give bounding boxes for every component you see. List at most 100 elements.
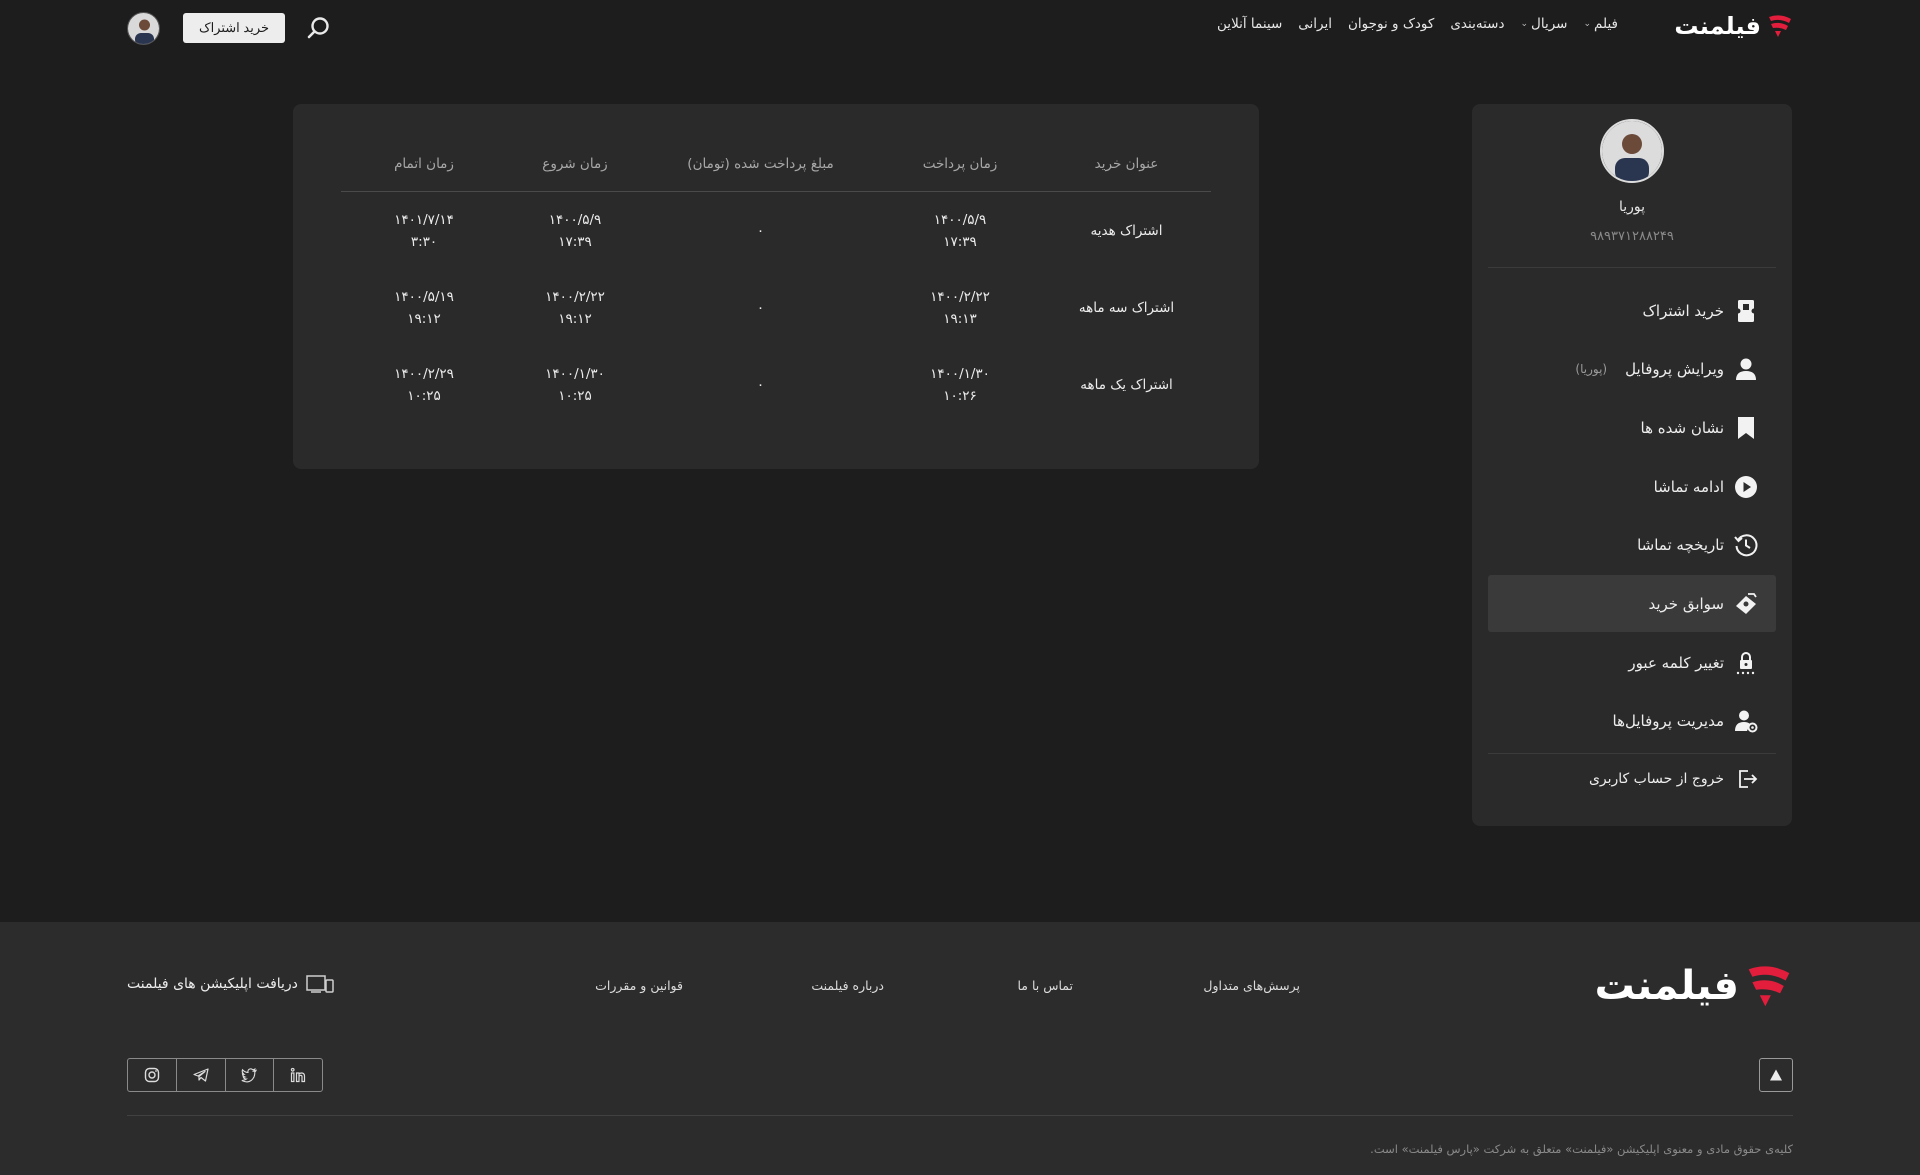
profile-avatar [1600,119,1664,183]
end-time: ۱۰:۲۵ [407,387,441,404]
nav-categories-label: دسته‌بندی [1450,16,1505,32]
nav-iranian-label: ایرانی [1298,16,1333,32]
logo-wordmark: فیلمنت [1594,963,1740,1009]
table-header: عنوان خرید زمان پرداخت مبلغ پرداخت شده (… [341,136,1211,192]
arrow-up-icon [1770,1069,1782,1081]
twitter-link[interactable] [224,1059,274,1091]
divider [127,1115,1793,1116]
footer-logo[interactable]: فیلمنت [1595,962,1793,1010]
end-time: ۳:۳۰ [410,233,438,250]
copyright-text: کلیه‌ی حقوق مادی و معنوی اپلیکیشن «فیلمن… [1370,1142,1793,1156]
footer-link-contact[interactable]: تماس با ما [1017,978,1073,993]
get-apps-link[interactable]: دریافت اپلیکیشن های فیلمنت [127,974,334,994]
start-time: ۱۹:۱۲ [558,310,592,327]
paid-amount: ۰ [756,222,765,239]
linkedin-icon [290,1067,306,1083]
linkedin-link[interactable] [273,1059,322,1091]
menu-watch-history[interactable]: تاریخچه تماشا [1488,517,1776,574]
start-date: ۱۴۰۰/۵/۹ [548,211,602,228]
nav-kids-label: کودک و نوجوان [1348,16,1435,32]
start-time: ۱۷:۳۹ [558,233,592,250]
paid-date: ۱۴۰۰/۵/۹ [933,211,987,228]
menu-label: تغییر کلمه عبور [1628,653,1724,672]
paid-amount: ۰ [756,299,765,316]
filmnet-logo[interactable]: فیلمنت [1674,12,1793,40]
purchase-title: اشتراک سه ماهه [1078,299,1175,316]
user-photo-icon [128,13,159,44]
purchase-icon [1734,592,1758,616]
top-header: فیلمنت فیلم ⌄ سریال ⌄ دسته‌بندی کودک و ن… [0,0,1920,54]
menu-manage-profiles[interactable]: مدیریت پروفایل‌ها [1488,693,1776,750]
buy-subscription-button[interactable]: خرید اشتراک [183,13,285,43]
nav-movies[interactable]: فیلم ⌄ [1583,16,1618,32]
table-row: اشتراک هدیه ۱۴۰۰/۵/۹ ۱۷:۳۹ ۰ ۱۴۰۰/۵/۹ ۱۷:۳… [341,192,1211,269]
menu-purchase-history[interactable]: سوابق خرید [1488,575,1776,633]
avatar[interactable] [127,12,160,45]
start-time: ۱۰:۲۵ [558,387,592,404]
divider [1488,267,1776,268]
nav-movies-label: فیلم [1594,16,1618,32]
current-profile-name: (پوریا) [1575,362,1608,377]
purchase-history-card: عنوان خرید زمان پرداخت مبلغ پرداخت شده (… [293,104,1259,469]
logout-button[interactable]: خروج از حساب کاربری [1488,756,1776,802]
user-icon [1734,357,1758,381]
main-nav: فیلم ⌄ سریال ⌄ دسته‌بندی کودک و نوجوان ا… [1217,16,1618,32]
nav-series[interactable]: سریال ⌄ [1520,16,1567,32]
start-date: ۱۴۰۰/۱/۳۰ [545,365,605,382]
chevron-down-icon: ⌄ [1583,19,1592,29]
search-button[interactable] [305,14,333,42]
profile-name: پوریا [1618,199,1646,215]
paid-time: ۱۷:۳۹ [943,233,977,250]
column-header-end: زمان اتمام [394,155,454,172]
menu-bookmarks[interactable]: نشان شده ها [1488,399,1776,456]
purchase-title: اشتراک یک ماهه [1080,376,1173,393]
manage-profiles-icon [1734,709,1758,733]
column-header-title: عنوان خرید [1094,155,1159,172]
telegram-link[interactable] [175,1059,225,1091]
profile-menu: خرید اشتراک ویرایش پروفایل (پوریا) نشان … [1488,282,1776,752]
scroll-to-top-button[interactable] [1759,1058,1793,1092]
menu-label: مدیریت پروفایل‌ها [1612,712,1724,731]
instagram-icon [144,1067,160,1083]
paid-time: ۱۹:۱۳ [943,310,977,327]
column-header-paid-at: زمان پرداخت [922,155,998,172]
devices-icon [306,975,334,993]
chevron-down-icon: ⌄ [1520,19,1529,29]
table-row: اشتراک یک ماهه ۱۴۰۰/۱/۳۰ ۱۰:۲۶ ۰ ۱۴۰۰/۱/۳… [341,346,1211,423]
get-apps-label: دریافت اپلیکیشن های فیلمنت [127,976,298,992]
bookmark-icon [1734,416,1758,440]
footer-link-faq[interactable]: پرسش‌های متداول [1203,978,1300,993]
lock-icon [1734,651,1758,675]
divider [1488,753,1776,754]
footer-link-terms[interactable]: قوانین و مقررات [595,978,683,993]
nav-categories[interactable]: دسته‌بندی [1450,16,1504,32]
profile-phone: ۹۸۹۳۷۱۲۸۸۲۴۹ [1590,229,1674,244]
menu-label: نشان شده ها [1640,418,1724,437]
end-date: ۱۴۰۱/۷/۱۴ [394,211,454,228]
nav-online-cinema[interactable]: سینما آنلاین [1217,16,1282,32]
filmnet-logo-mark [1748,966,1790,1007]
menu-edit-profile[interactable]: ویرایش پروفایل (پوریا) [1488,341,1776,398]
purchase-history-table: عنوان خرید زمان پرداخت مبلغ پرداخت شده (… [341,136,1211,423]
menu-label: تاریخچه تماشا [1637,536,1724,555]
footer-link-about[interactable]: درباره فیلمنت [811,978,884,993]
menu-label: ویرایش پروفایل [1625,360,1724,379]
purchase-title: اشتراک هدیه [1090,222,1163,239]
menu-continue-watching[interactable]: ادامه تماشا [1488,458,1776,515]
history-icon [1734,533,1758,557]
menu-change-password[interactable]: تغییر کلمه عبور [1488,634,1776,691]
paid-time: ۱۰:۲۶ [943,387,977,404]
filmnet-logo-mark [1769,15,1791,37]
site-footer: فیلمنت پرسش‌های متداول تماس با ما درباره… [0,922,1920,1175]
column-header-amount: مبلغ پرداخت شده (تومان) [687,155,834,172]
menu-buy-subscription[interactable]: خرید اشتراک [1488,282,1776,339]
instagram-link[interactable] [128,1059,176,1091]
menu-label: خرید اشتراک [1642,301,1725,320]
nav-iranian[interactable]: ایرانی [1298,16,1332,32]
start-date: ۱۴۰۰/۲/۲۲ [545,288,605,305]
logo-wordmark: فیلمنت [1674,12,1761,40]
end-date: ۱۴۰۰/۲/۲۹ [394,365,454,382]
user-photo-icon [1602,121,1662,181]
logout-label: خروج از حساب کاربری [1588,771,1724,787]
nav-kids[interactable]: کودک و نوجوان [1348,16,1434,32]
